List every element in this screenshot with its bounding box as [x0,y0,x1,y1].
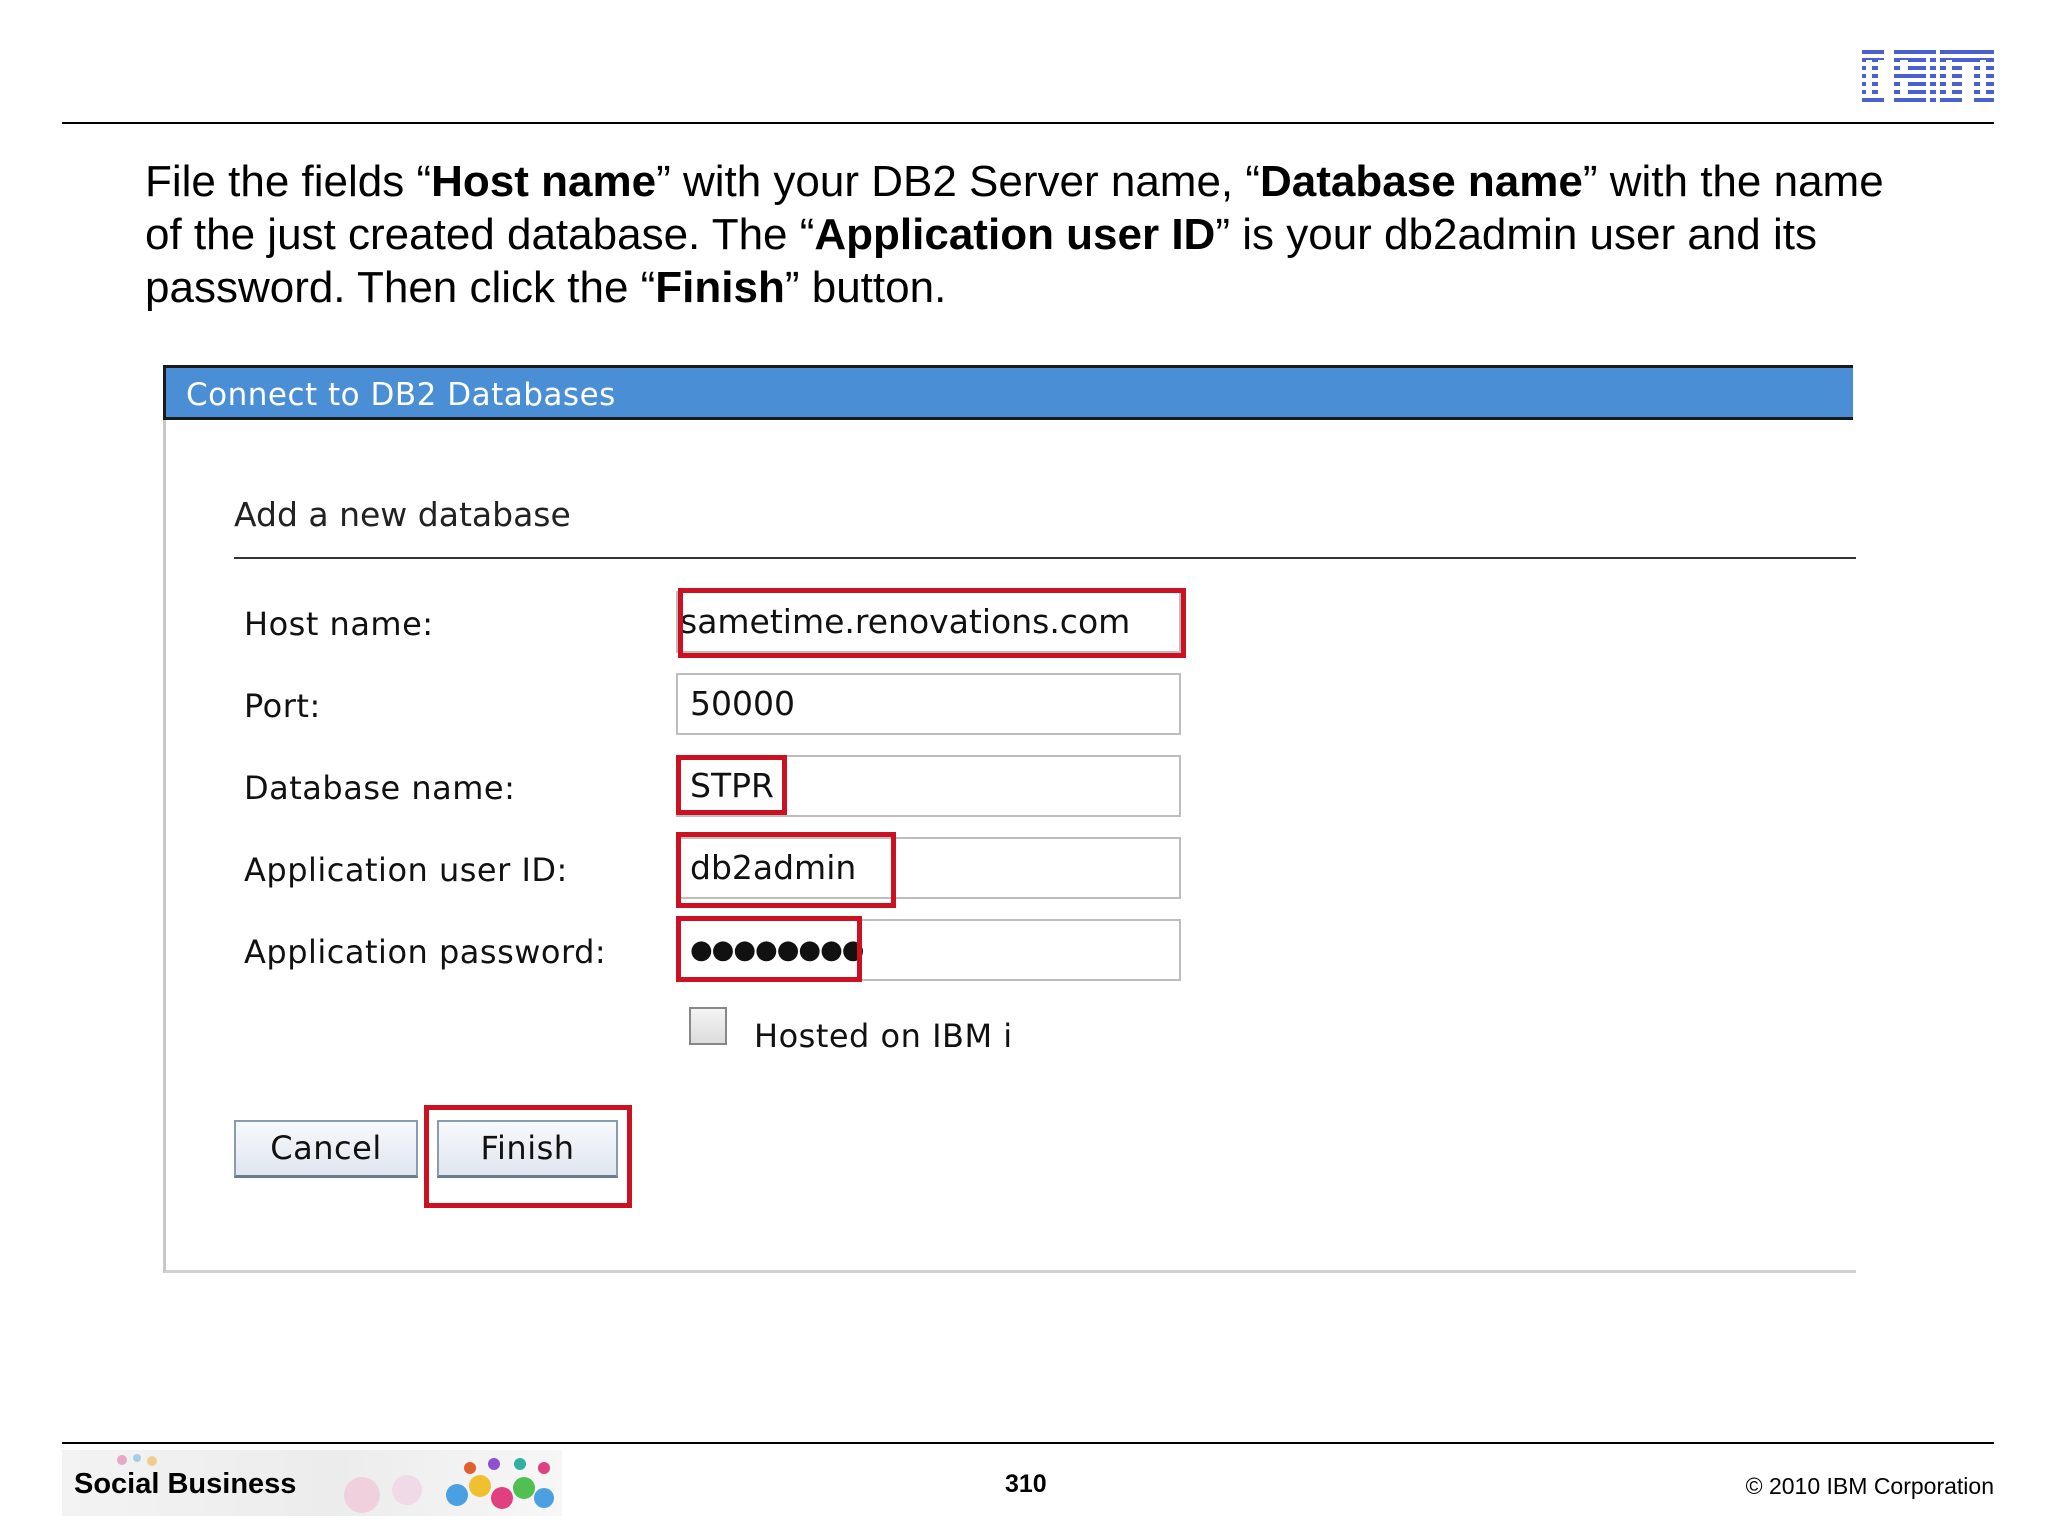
port-input[interactable]: 50000 [676,673,1181,735]
app-user-id-highlight [676,832,896,908]
app-password-label: Application password: [244,933,607,971]
finish-highlight [424,1105,632,1208]
emphasis-database-name: Database name [1260,157,1583,206]
database-name-label: Database name: [244,769,516,807]
emphasis-finish: Finish [655,263,785,312]
hosted-on-ibm-i-checkbox[interactable] [689,1007,727,1045]
host-name-label: Host name: [244,605,434,643]
connect-db2-dialog: Connect to DB2 Databases Add a new datab… [163,365,1856,1273]
emphasis-host-name: Host name [431,157,657,206]
app-password-highlight [676,916,862,982]
host-name-highlight [678,588,1186,658]
section-divider [234,557,1856,559]
instruction-text: File the fields “Host name” with your DB… [145,157,1884,312]
banner-label: Social Business [74,1468,297,1500]
section-heading: Add a new database [234,495,571,534]
port-label: Port: [244,687,321,725]
ibm-logo [1862,50,1994,106]
header-rule [62,122,1994,124]
footer-rule [62,1442,1994,1444]
hosted-on-ibm-i-label: Hosted on IBM i [754,1017,1013,1055]
page-number: 310 [1005,1470,1047,1498]
copyright: © 2010 IBM Corporation [1745,1473,1994,1499]
social-business-banner: Social Business [62,1450,562,1516]
emphasis-application-user-id: Application user ID [814,210,1216,259]
cancel-button[interactable]: Cancel [234,1120,418,1178]
app-user-id-label: Application user ID: [244,851,568,889]
database-name-highlight [676,755,787,815]
dialog-title: Connect to DB2 Databases [163,365,1853,420]
